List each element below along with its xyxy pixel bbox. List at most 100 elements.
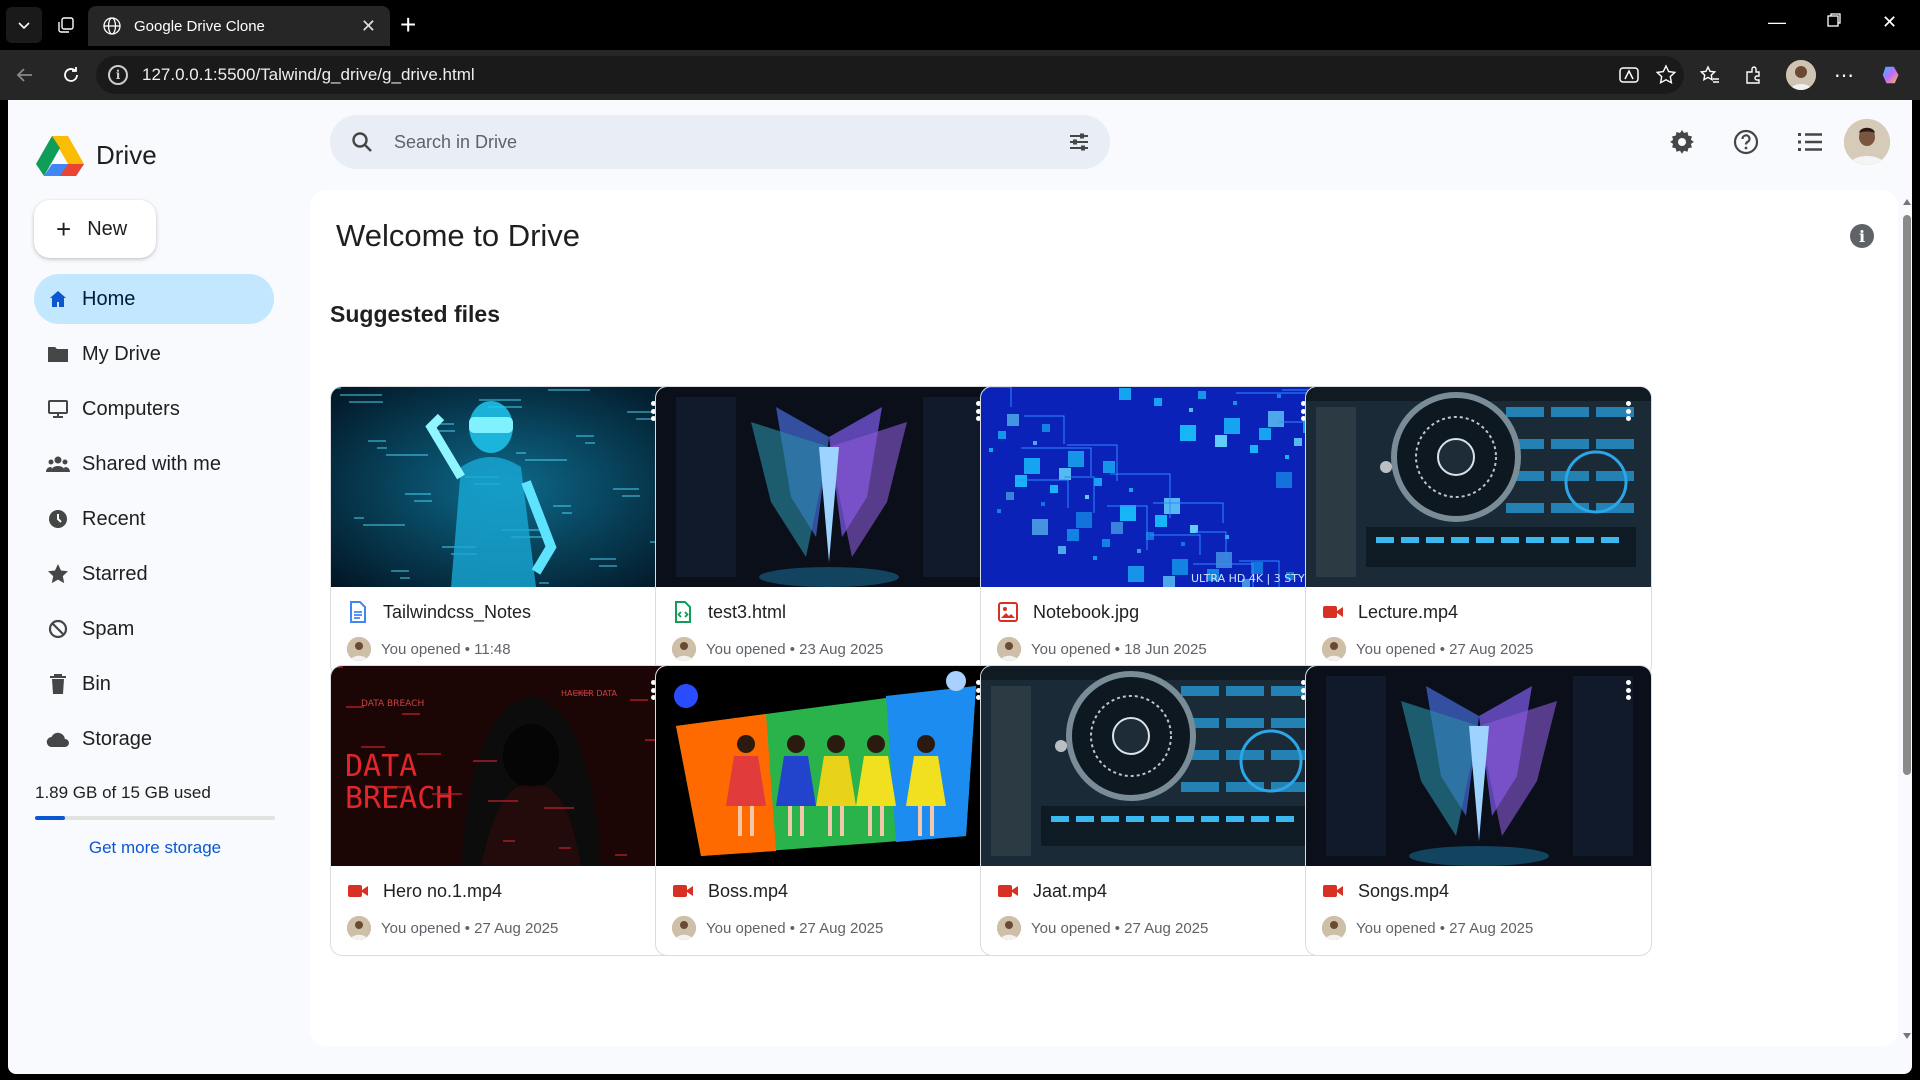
sidebar-item-label: My Drive: [82, 342, 161, 365]
file-meta-row: You opened • 18 Jun 2025: [997, 637, 1207, 661]
account-avatar[interactable]: [1844, 119, 1890, 165]
more-options-icon[interactable]: [1625, 680, 1631, 700]
minimize-button[interactable]: —: [1768, 12, 1786, 33]
sidebar-item-my-drive[interactable]: My Drive: [34, 329, 274, 379]
scroll-down-icon[interactable]: [1902, 1031, 1912, 1041]
owner-photo-icon: [997, 916, 1021, 940]
drive-page: Drive + New Home My Drive Computers Shar…: [8, 100, 1912, 1074]
file-thumbnail[interactable]: DATA BREACH DATA BREACH HACKER DATA: [331, 666, 676, 866]
file-meta-row: You opened • 27 Aug 2025: [672, 916, 883, 940]
details-info-icon[interactable]: i: [1850, 224, 1874, 248]
settings-button[interactable]: [1668, 128, 1696, 156]
file-meta-row: You opened • 23 Aug 2025: [672, 637, 883, 661]
search-input[interactable]: Search in Drive: [394, 132, 1068, 153]
sidebar-item-bin[interactable]: Bin: [34, 659, 274, 709]
file-card[interactable]: ULTRA HD 4K | 3 STYLES | LOOPIN Notebook.…: [980, 386, 1327, 677]
sidebar-item-shared[interactable]: Shared with me: [34, 439, 274, 489]
more-options-icon[interactable]: [1625, 401, 1631, 421]
file-card[interactable]: Lecture.mp4 You opened • 27 Aug 2025: [1305, 386, 1652, 677]
new-button[interactable]: + New: [34, 200, 156, 258]
sidebar-item-home[interactable]: Home: [34, 274, 274, 324]
new-tab-button[interactable]: +: [400, 10, 416, 40]
owner-photo-icon: [347, 637, 371, 661]
file-name-row: Jaat.mp4: [997, 880, 1107, 902]
favorite-button[interactable]: [1654, 63, 1678, 87]
get-more-storage-link[interactable]: Get more storage: [35, 838, 275, 858]
extensions-button[interactable]: [1742, 63, 1766, 87]
drive-logo[interactable]: Drive: [36, 134, 157, 176]
settings-more-button[interactable]: ⋯: [1832, 63, 1856, 87]
storage-usage-text: 1.89 GB of 15 GB used: [35, 783, 211, 802]
workspaces-button[interactable]: [48, 7, 84, 43]
file-name: Notebook.jpg: [1033, 601, 1140, 622]
site-info-icon[interactable]: i: [108, 65, 128, 85]
close-tab-icon[interactable]: ✕: [361, 16, 376, 37]
copilot-icon: [1882, 66, 1899, 84]
file-name: Tailwindcss_Notes: [383, 601, 532, 622]
storage-progress-bar: [35, 816, 275, 820]
profile-avatar[interactable]: [1786, 60, 1816, 90]
sidebar-item-computers[interactable]: Computers: [34, 384, 274, 434]
profile-photo-icon: [1786, 60, 1816, 90]
file-type-icon: [1322, 880, 1344, 902]
file-thumbnail[interactable]: ULTRA HD 4K | 3 STYLES | LOOPIN: [981, 387, 1326, 587]
star-icon: [46, 562, 70, 586]
file-name: Lecture.mp4: [1358, 601, 1459, 622]
sidebar-item-label: Recent: [82, 507, 146, 530]
file-thumbnail[interactable]: [656, 387, 1001, 587]
sidebar-item-starred[interactable]: Starred: [34, 549, 274, 599]
code-file-icon: [675, 601, 691, 623]
bin-icon: [46, 672, 70, 696]
owner-photo-icon: [997, 637, 1021, 661]
file-meta-row: You opened • 11:48: [347, 637, 511, 661]
scroll-up-icon[interactable]: [1902, 197, 1912, 207]
close-window-button[interactable]: ✕: [1882, 12, 1897, 33]
owner-avatar: [672, 916, 696, 940]
filter-options-icon[interactable]: [1068, 131, 1090, 153]
restore-button[interactable]: [1826, 12, 1842, 33]
file-last-opened: You opened • 27 Aug 2025: [1356, 640, 1534, 658]
owner-avatar: [1322, 916, 1346, 940]
owner-avatar: [997, 916, 1021, 940]
file-card[interactable]: Tailwindcss_Notes You opened • 11:48: [330, 386, 677, 677]
file-thumbnail[interactable]: [656, 666, 1001, 866]
immersive-reader-icon: [1619, 67, 1639, 83]
file-thumbnail[interactable]: [331, 387, 676, 587]
tab-list-button[interactable]: [6, 7, 42, 43]
file-last-opened: You opened • 18 Jun 2025: [1031, 640, 1207, 658]
sidebar-item-spam[interactable]: Spam: [34, 604, 274, 654]
file-thumbnail[interactable]: [1306, 387, 1651, 587]
file-type-icon: [347, 601, 369, 623]
sidebar-item-label: Bin: [82, 672, 111, 695]
address-bar[interactable]: i 127.0.0.1:5500/Talwind/g_drive/g_drive…: [96, 56, 1684, 94]
read-aloud-button[interactable]: [1617, 63, 1641, 87]
page-scrollbar[interactable]: [1901, 195, 1911, 1043]
section-title: Suggested files: [330, 301, 500, 327]
sidebar-item-storage[interactable]: Storage: [34, 714, 274, 764]
user-photo-icon: [1844, 119, 1890, 165]
restore-icon: [1827, 13, 1841, 27]
browser-tab[interactable]: Google Drive Clone ✕: [88, 6, 390, 46]
file-card[interactable]: Songs.mp4 You opened • 27 Aug 2025: [1305, 665, 1652, 956]
copilot-button[interactable]: [1880, 63, 1904, 87]
list-view-button[interactable]: [1796, 128, 1824, 156]
back-button[interactable]: [12, 62, 38, 88]
help-button[interactable]: [1732, 128, 1760, 156]
sidebar-item-recent[interactable]: Recent: [34, 494, 274, 544]
file-card[interactable]: DATA BREACH DATA BREACH HACKER DATA Hero…: [330, 665, 677, 956]
search-bar[interactable]: Search in Drive: [330, 115, 1110, 169]
chevron-down-icon: [18, 22, 30, 30]
file-type-icon: [997, 880, 1019, 902]
favorites-button[interactable]: [1698, 63, 1722, 87]
file-name-row: Tailwindcss_Notes: [347, 601, 531, 623]
scrollbar-thumb[interactable]: [1903, 215, 1911, 775]
file-last-opened: You opened • 27 Aug 2025: [381, 919, 559, 937]
file-card[interactable]: Jaat.mp4 You opened • 27 Aug 2025: [980, 665, 1327, 956]
image-file-icon: [998, 602, 1018, 622]
file-meta-row: You opened • 27 Aug 2025: [1322, 637, 1533, 661]
file-thumbnail[interactable]: [981, 666, 1326, 866]
file-card[interactable]: test3.html You opened • 23 Aug 2025: [655, 386, 1002, 677]
file-thumbnail[interactable]: [1306, 666, 1651, 866]
file-card[interactable]: Boss.mp4 You opened • 27 Aug 2025: [655, 665, 1002, 956]
reload-button[interactable]: [58, 62, 84, 88]
